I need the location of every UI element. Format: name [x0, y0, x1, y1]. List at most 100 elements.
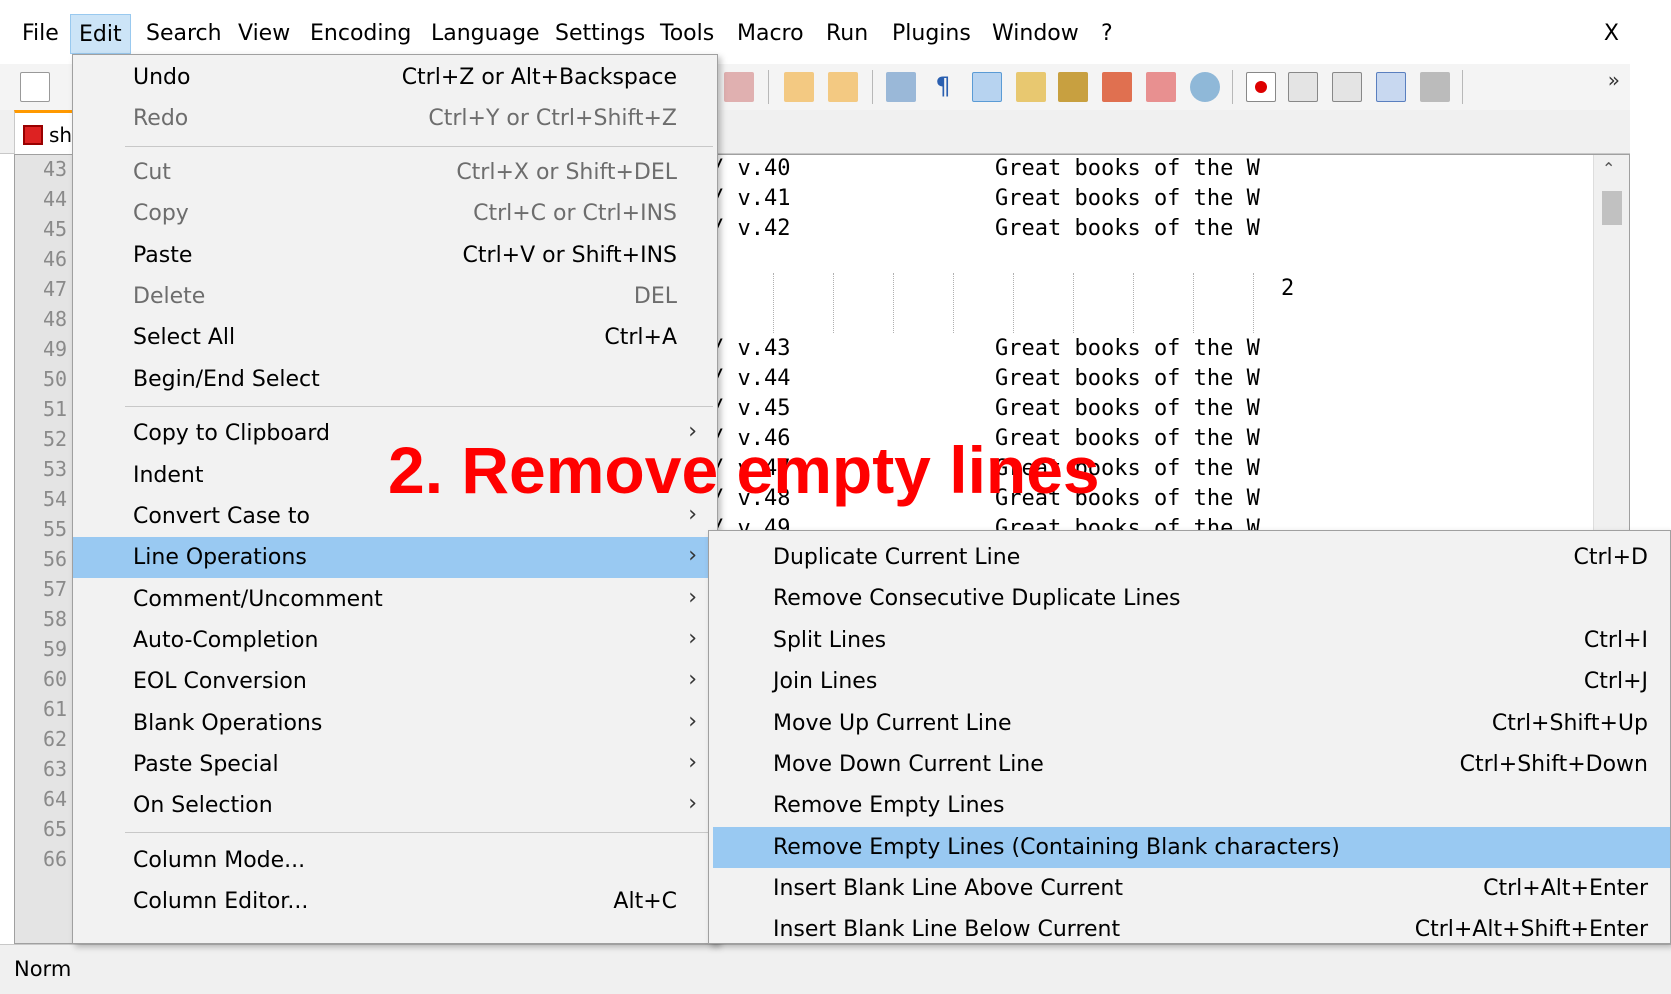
indent-guide-icon[interactable]: [972, 72, 1002, 102]
menu-item-label: Move Down Current Line: [773, 752, 1044, 777]
zoom-icon[interactable]: [724, 72, 754, 102]
menu-settings[interactable]: Settings: [547, 14, 653, 54]
submenu-item-insert-blank-above[interactable]: Insert Blank Line Above Current Ctrl+Alt…: [709, 868, 1670, 909]
submenu-item-move-up[interactable]: Move Up Current Line Ctrl+Shift+Up: [709, 703, 1670, 744]
menu-item-shortcut: Ctrl+Z or Alt+Backspace: [401, 65, 677, 90]
show-all-characters-icon[interactable]: ¶: [928, 72, 958, 102]
menu-item-select-all[interactable]: Select All Ctrl+A: [73, 317, 717, 358]
word-wrap-icon[interactable]: [886, 72, 916, 102]
menu-item-label: Undo: [133, 65, 191, 90]
menu-encoding[interactable]: Encoding: [302, 14, 419, 54]
submenu-item-duplicate-line[interactable]: Duplicate Current Line Ctrl+D: [709, 537, 1670, 578]
code-line-left: / v.41: [711, 186, 791, 211]
submenu-arrow-icon: ›: [688, 626, 697, 651]
tab-guide: [1013, 273, 1014, 333]
menu-language[interactable]: Language: [423, 14, 548, 54]
line-number: 66: [43, 847, 68, 871]
stop-macro-icon[interactable]: [1288, 72, 1318, 102]
submenu-item-move-down[interactable]: Move Down Current Line Ctrl+Shift+Down: [709, 744, 1670, 785]
function-list-icon[interactable]: [1102, 72, 1132, 102]
menu-file[interactable]: File: [14, 14, 67, 54]
toolbar-separator: [768, 70, 769, 104]
menu-view[interactable]: View: [230, 14, 298, 54]
menu-item-column-mode[interactable]: Column Mode...: [73, 840, 717, 881]
save-macro-icon[interactable]: [1420, 72, 1450, 102]
menu-item-label: Auto-Completion: [133, 628, 319, 653]
menu-item-cut[interactable]: Cut Ctrl+X or Shift+DEL: [73, 152, 717, 193]
record-macro-icon[interactable]: [1246, 72, 1276, 102]
code-line-right: Great books of the W: [995, 336, 1260, 361]
menu-item-label: Paste: [133, 243, 193, 268]
menu-item-label: Paste Special: [133, 752, 279, 777]
menu-help[interactable]: ?: [1093, 14, 1121, 54]
menu-run[interactable]: Run: [818, 14, 876, 54]
menu-item-comment-uncomment[interactable]: Comment/Uncomment ›: [73, 579, 717, 620]
menu-item-copy[interactable]: Copy Ctrl+C or Ctrl+INS: [73, 193, 717, 234]
tab-guide: [773, 273, 774, 333]
submenu-arrow-icon: ›: [688, 709, 697, 734]
menu-item-paste-special[interactable]: Paste Special ›: [73, 744, 717, 785]
submenu-item-remove-consecutive-duplicates[interactable]: Remove Consecutive Duplicate Lines: [709, 578, 1670, 619]
menu-item-column-editor[interactable]: Column Editor... Alt+C: [73, 881, 717, 922]
toolbar-overflow-icon[interactable]: »: [1608, 68, 1620, 92]
menu-item-shortcut: Ctrl+D: [1573, 545, 1648, 570]
line-number: 44: [43, 187, 68, 211]
submenu-item-join-lines[interactable]: Join Lines Ctrl+J: [709, 661, 1670, 702]
submenu-item-split-lines[interactable]: Split Lines Ctrl+I: [709, 620, 1670, 661]
folder-workspace-icon[interactable]: [1146, 72, 1176, 102]
line-number: 45: [43, 217, 68, 241]
menu-item-label: Insert Blank Line Below Current: [773, 917, 1121, 942]
menu-separator: [125, 406, 713, 407]
monitoring-eye-icon[interactable]: [1190, 72, 1220, 102]
line-number: 51: [43, 397, 68, 421]
menu-plugins[interactable]: Plugins: [884, 14, 979, 54]
menu-macro[interactable]: Macro: [729, 14, 812, 54]
menu-item-shortcut: Ctrl+Y or Ctrl+Shift+Z: [428, 106, 677, 131]
menu-item-label: Cut: [133, 160, 171, 185]
menu-item-auto-completion[interactable]: Auto-Completion ›: [73, 620, 717, 661]
submenu-item-remove-empty-lines[interactable]: Remove Empty Lines: [709, 785, 1670, 826]
menu-item-blank-operations[interactable]: Blank Operations ›: [73, 703, 717, 744]
menu-item-begin-end-select[interactable]: Begin/End Select: [73, 359, 717, 400]
line-number-gutter: 43 44 45 46 47 48 49 50 51 52 53 54 55 5…: [15, 155, 77, 943]
menu-item-label: Select All: [133, 325, 236, 350]
sync-vertical-icon[interactable]: [784, 72, 814, 102]
menu-item-label: Comment/Uncomment: [133, 587, 383, 612]
toolbar-separator: [1232, 70, 1233, 104]
scrollbar-thumb[interactable]: [1602, 191, 1622, 225]
unsaved-file-icon: [23, 125, 43, 145]
document-map-icon[interactable]: [1058, 72, 1088, 102]
menu-item-eol-conversion[interactable]: EOL Conversion ›: [73, 661, 717, 702]
menu-item-label: Move Up Current Line: [773, 711, 1012, 736]
menu-tools[interactable]: Tools: [652, 14, 722, 54]
close-document-button[interactable]: X: [1604, 14, 1619, 54]
menu-item-line-operations[interactable]: Line Operations ›: [73, 537, 717, 578]
menu-window[interactable]: Window: [984, 14, 1087, 54]
line-number: 59: [43, 637, 68, 661]
menu-item-redo[interactable]: Redo Ctrl+Y or Ctrl+Shift+Z: [73, 98, 717, 139]
menu-item-undo[interactable]: Undo Ctrl+Z or Alt+Backspace: [73, 57, 717, 98]
submenu-item-remove-empty-lines-blank[interactable]: Remove Empty Lines (Containing Blank cha…: [713, 827, 1670, 868]
user-language-icon[interactable]: [1016, 72, 1046, 102]
run-macro-multiple-icon[interactable]: [1376, 72, 1406, 102]
menu-item-shortcut: Ctrl+Alt+Shift+Enter: [1414, 917, 1648, 942]
menu-edit[interactable]: Edit: [70, 14, 131, 54]
tab-guide: [953, 273, 954, 333]
menu-item-paste[interactable]: Paste Ctrl+V or Shift+INS: [73, 235, 717, 276]
new-file-icon[interactable]: [20, 72, 50, 102]
submenu-arrow-icon: ›: [688, 791, 697, 816]
submenu-arrow-icon: ›: [688, 750, 697, 775]
toolbar-separator: [1462, 70, 1463, 104]
menu-search[interactable]: Search: [138, 14, 230, 54]
code-line-left: / v.40: [711, 156, 791, 181]
sync-horizontal-icon[interactable]: [828, 72, 858, 102]
line-number: 60: [43, 667, 68, 691]
submenu-item-insert-blank-below[interactable]: Insert Blank Line Below Current Ctrl+Alt…: [709, 909, 1670, 950]
scroll-up-arrow-icon[interactable]: ⌃: [1602, 159, 1615, 178]
menu-item-delete[interactable]: Delete DEL: [73, 276, 717, 317]
code-line-left: / v.45: [711, 396, 791, 421]
tab-guide: [1073, 273, 1074, 333]
tab-guide: [1253, 273, 1254, 333]
play-macro-icon[interactable]: [1332, 72, 1362, 102]
menu-item-on-selection[interactable]: On Selection ›: [73, 785, 717, 826]
